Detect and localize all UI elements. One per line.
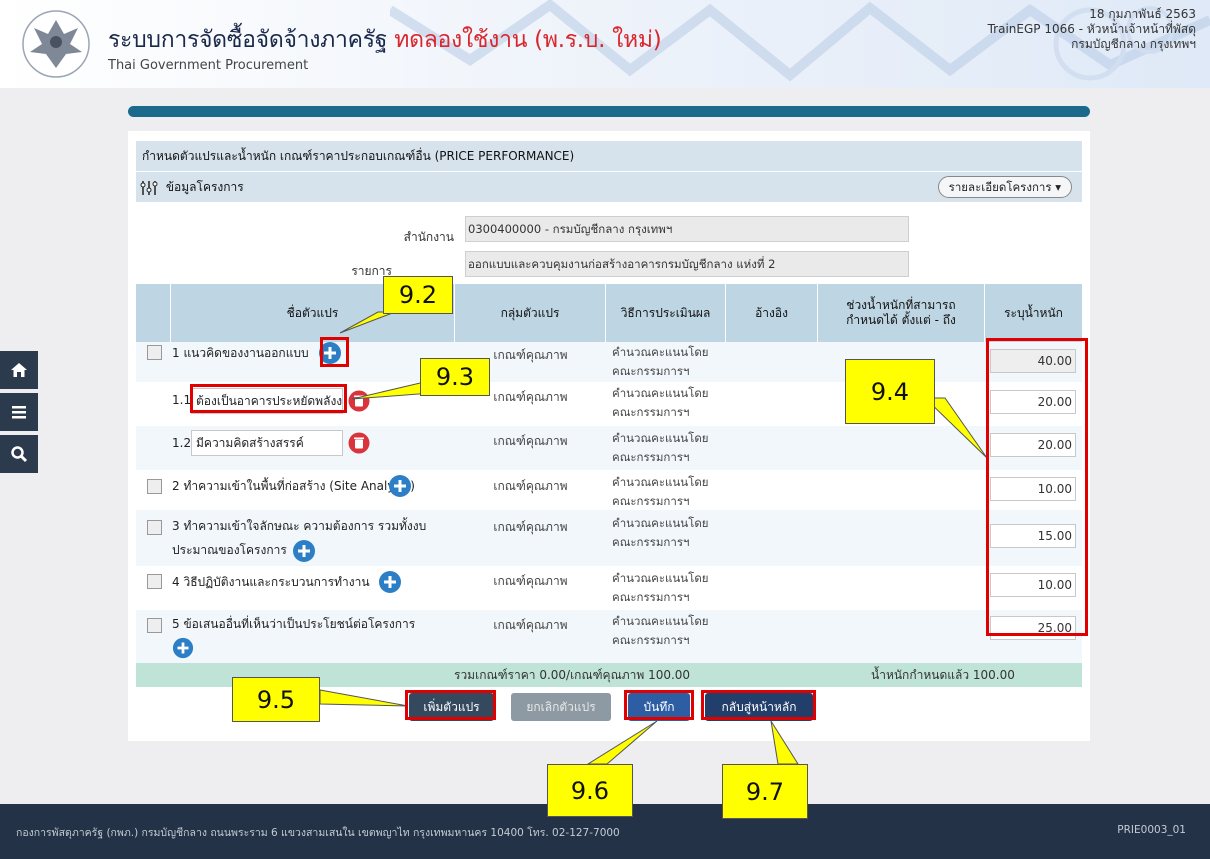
callout-9-3: 9.3: [420, 358, 490, 396]
highlight-subcriterion-input: [190, 384, 347, 413]
highlight-back: [701, 690, 816, 720]
callout-9-7: 9.7: [722, 764, 808, 819]
highlight-add-variable: [405, 690, 496, 720]
callout-9-4: 9.4: [845, 359, 935, 424]
highlight-weight-column: [986, 338, 1088, 636]
highlight-save: [624, 690, 694, 720]
callout-9-5: 9.5: [232, 677, 320, 722]
callout-9-2: 9.2: [383, 276, 453, 314]
callout-9-6: 9.6: [547, 764, 633, 817]
highlight-add-subcriterion: [320, 337, 349, 367]
